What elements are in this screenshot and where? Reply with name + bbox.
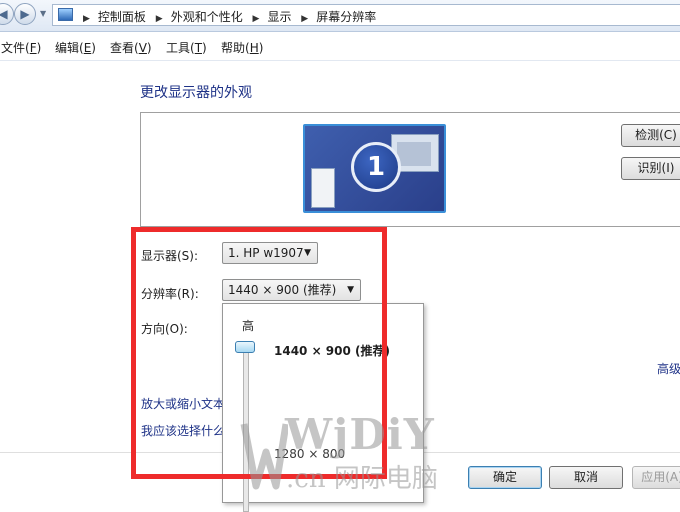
- control-panel-icon: [58, 8, 73, 21]
- menu-bar: 文件(F) 编辑(E) 查看(V) 工具(T) 帮助(H): [0, 32, 680, 61]
- cancel-button[interactable]: 取消: [549, 466, 623, 489]
- chevron-right-icon: ▶: [83, 14, 90, 24]
- back-button[interactable]: ◀: [0, 3, 14, 25]
- detect-button[interactable]: 检测(C): [621, 124, 680, 147]
- chevron-right-icon: ▶: [301, 14, 309, 24]
- chevron-right-icon: ▶: [155, 14, 163, 24]
- breadcrumb-screen-resolution[interactable]: 屏幕分辨率: [316, 10, 376, 24]
- forward-button[interactable]: ▶: [14, 3, 36, 25]
- menu-edit[interactable]: 编辑(E): [55, 39, 96, 56]
- menu-view[interactable]: 查看(V): [110, 39, 152, 56]
- advanced-settings-link[interactable]: 高级: [657, 360, 680, 377]
- menu-file[interactable]: 文件(F): [1, 39, 41, 56]
- page-title: 更改显示器的外观: [140, 85, 252, 101]
- monitor-icon[interactable]: 1: [303, 124, 446, 213]
- arrow-right-icon: ▶: [20, 7, 30, 21]
- breadcrumb: ▶ 控制面板 ▶ 外观和个性化 ▶ 显示 ▶ 屏幕分辨率: [77, 8, 376, 25]
- arrow-left-icon: ◀: [0, 7, 8, 21]
- identify-button[interactable]: 识别(I): [621, 157, 680, 180]
- apply-button[interactable]: 应用(A): [632, 466, 680, 489]
- address-bar: ◀ ▶ ▼ ▶ 控制面板 ▶ 外观和个性化 ▶ 显示 ▶ 屏幕分辨率: [0, 0, 680, 32]
- menu-help[interactable]: 帮助(H): [221, 39, 263, 56]
- window-thumbnail: [311, 168, 335, 208]
- address-box[interactable]: ▶ 控制面板 ▶ 外观和个性化 ▶ 显示 ▶ 屏幕分辨率: [52, 4, 680, 26]
- recent-pages-chevron-icon[interactable]: ▼: [40, 9, 46, 18]
- chevron-right-icon: ▶: [252, 14, 260, 24]
- breadcrumb-appearance[interactable]: 外观和个性化: [171, 10, 243, 24]
- menu-tools[interactable]: 工具(T): [166, 39, 207, 56]
- highlight-box: [131, 227, 387, 479]
- breadcrumb-display[interactable]: 显示: [267, 10, 291, 24]
- monitor-number-badge: 1: [351, 142, 401, 192]
- window-thumbnail: [397, 142, 431, 166]
- ok-button[interactable]: 确定: [468, 466, 542, 489]
- breadcrumb-control-panel[interactable]: 控制面板: [98, 10, 146, 24]
